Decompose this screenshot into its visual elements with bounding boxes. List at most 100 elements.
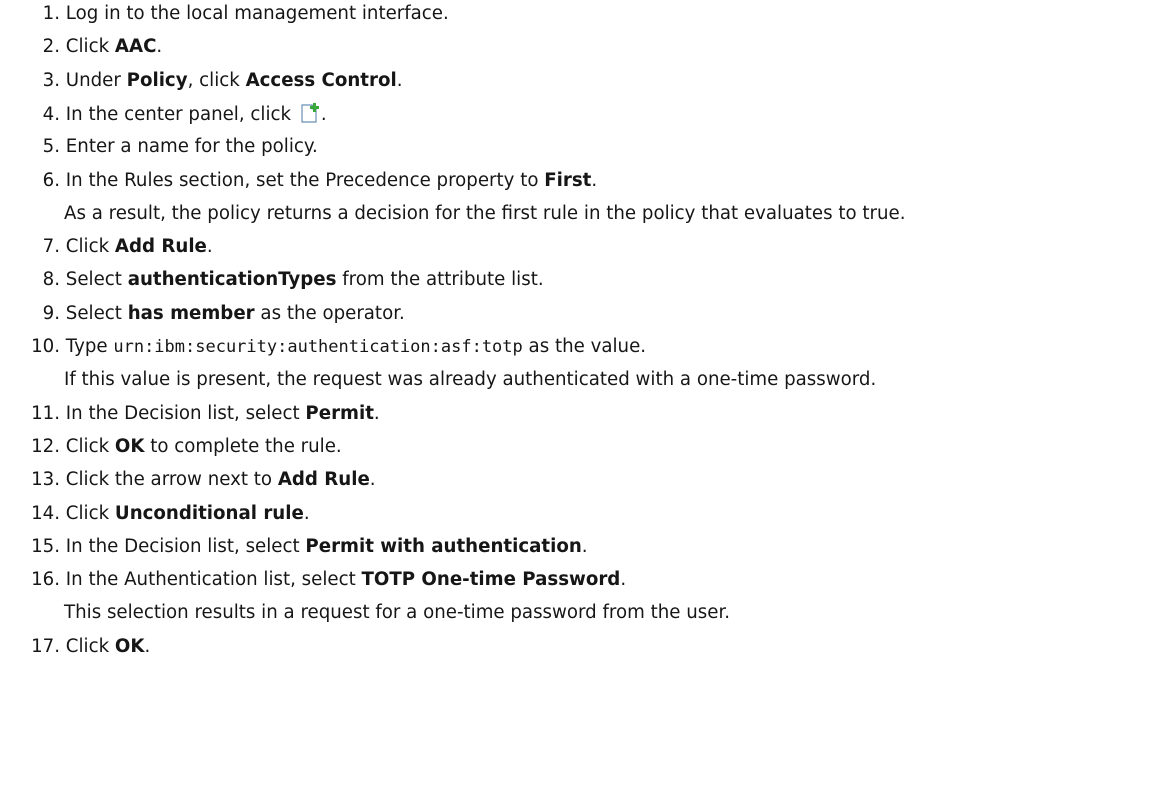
step-text-run: . [156,36,163,58]
step-number: 3. [42,69,60,91]
step-16: 16. In the Authentication list, select T… [0,568,626,592]
step-text-run: Enter a name for the policy. [65,136,318,158]
step-text-run: Select [65,269,128,291]
step-text: Under Policy, click Access Control. [66,70,403,91]
step-text: Select authenticationTypes from the attr… [66,269,544,290]
ui-element-name: Unconditional rule [114,502,304,524]
step-text-run: . [369,469,376,491]
step-text: Select has member as the operator. [66,303,405,324]
ui-element-name: Add Rule [277,469,370,491]
step-text: Click OK. [66,636,150,657]
ui-element-name: Permit with authentication [305,535,582,557]
step-number: 6. [42,169,60,191]
step-text-run: . [396,69,403,91]
step-5: 5. Enter a name for the policy. [0,135,318,159]
step-text: In the Authentication list, select TOTP … [66,569,626,590]
step-6: 6. In the Rules section, set the Precede… [0,169,598,193]
step-text-run: , click [187,69,246,91]
step-text-run: Under [65,69,127,91]
step-text-run: . [206,236,213,258]
step-15: 15. In the Decision list, select Permit … [0,535,588,559]
step-10: 10. Type urn:ibm:security:authentication… [0,335,646,359]
step-text-run: Click [65,635,115,657]
step-16-result-note: This selection results in a request for … [64,602,731,624]
step-number: 5. [42,136,60,158]
ui-element-name: Access Control [245,69,397,91]
step-text-run: In the Decision list, select [65,402,306,424]
step-4: 4. In the center panel, click . [0,102,327,127]
step-text-run: . [303,502,310,524]
step-3: 3. Under Policy, click Access Control. [0,69,403,93]
step-text: Click Add Rule. [66,236,213,257]
step-text-run: In the center panel, click [65,103,297,125]
step-number: 4. [42,103,60,125]
step-13: 13. Click the arrow next to Add Rule. [0,468,376,492]
ui-element-name: Permit [305,402,374,424]
step-text-run: . [373,402,380,424]
ui-element-name: has member [127,302,255,324]
step-text-run: In the Authentication list, select [65,569,362,591]
step-text: In the Decision list, select Permit with… [66,536,588,557]
step-text-run: to complete the rule. [144,435,342,457]
step-text-run: . [581,535,588,557]
step-12: 12. Click OK to complete the rule. [0,435,342,459]
step-number: 8. [42,269,60,291]
step-number: 17. [31,635,60,657]
step-number: 2. [42,36,60,58]
step-text-run: . [591,169,598,191]
step-number: 1. [42,3,60,24]
ui-element-name: authenticationTypes [127,269,337,291]
step-text: Log in to the local management interface… [66,3,449,24]
step-text-run: Log in to the local management interface… [65,3,449,24]
step-11: 11. In the Decision list, select Permit. [0,402,380,426]
step-text-run: Click [65,236,115,258]
ui-element-name: AAC [114,36,157,58]
step-text-run: from the attribute list. [336,269,544,291]
step-7: 7. Click Add Rule. [0,235,213,259]
step-text-run: as the value. [522,336,647,357]
step-text-run: In the Rules section, set the Precedence… [65,169,545,191]
step-number: 7. [42,236,60,258]
ui-element-name: OK [114,435,145,457]
step-text: In the Rules section, set the Precedence… [66,170,597,191]
step-text-run: . [620,569,627,591]
step-text: Click the arrow next to Add Rule. [66,469,376,490]
step-number: 15. [31,535,60,557]
step-text: In the center panel, click . [65,102,327,125]
code-value: urn:ibm:security:authentication:asf:totp [113,337,523,357]
step-text-run: Click [65,502,115,524]
step-2: 2. Click AAC. [0,35,163,59]
step-number: 13. [31,469,60,491]
ui-element-name: OK [114,635,145,657]
ui-element-name: TOTP One-time Password [361,569,621,591]
step-text-run: In the Decision list, select [65,535,306,557]
step-text-run: Click [65,36,115,58]
step-text-run: Select [65,302,128,324]
step-1: 1. Log in to the local management interf… [0,2,449,26]
step-8: 8. Select authenticationTypes from the a… [0,268,544,292]
step-text-run: . [144,635,151,657]
step-6-result-note: As a result, the policy returns a decisi… [64,202,906,224]
step-number: 9. [42,302,60,324]
ui-element-name: First [544,169,592,191]
step-text: Click Unconditional rule. [66,503,310,524]
step-number: 10. [31,336,60,357]
step-text: In the Decision list, select Permit. [66,403,380,424]
step-text-run: . [320,103,327,125]
ui-element-name: Add Rule [114,236,207,258]
step-text: Click OK to complete the rule. [66,436,342,457]
ui-element-name: Policy [126,69,188,91]
step-text: Enter a name for the policy. [66,136,318,157]
step-text-run: Click the arrow next to [65,469,278,491]
add-policy-icon [300,102,321,124]
step-text: Click AAC. [66,36,162,57]
step-text: Type urn:ibm:security:authentication:asf… [66,336,646,357]
step-9: 9. Select has member as the operator. [0,302,405,326]
step-text-run: Type [65,336,114,357]
step-10-result-note: If this value is present, the request wa… [64,369,877,391]
step-number: 11. [31,402,60,424]
step-number: 16. [31,569,60,591]
step-14: 14. Click Unconditional rule. [0,502,310,526]
procedure-steps: 1. Log in to the local management interf… [0,0,1151,802]
step-17: 17. Click OK. [0,635,150,659]
